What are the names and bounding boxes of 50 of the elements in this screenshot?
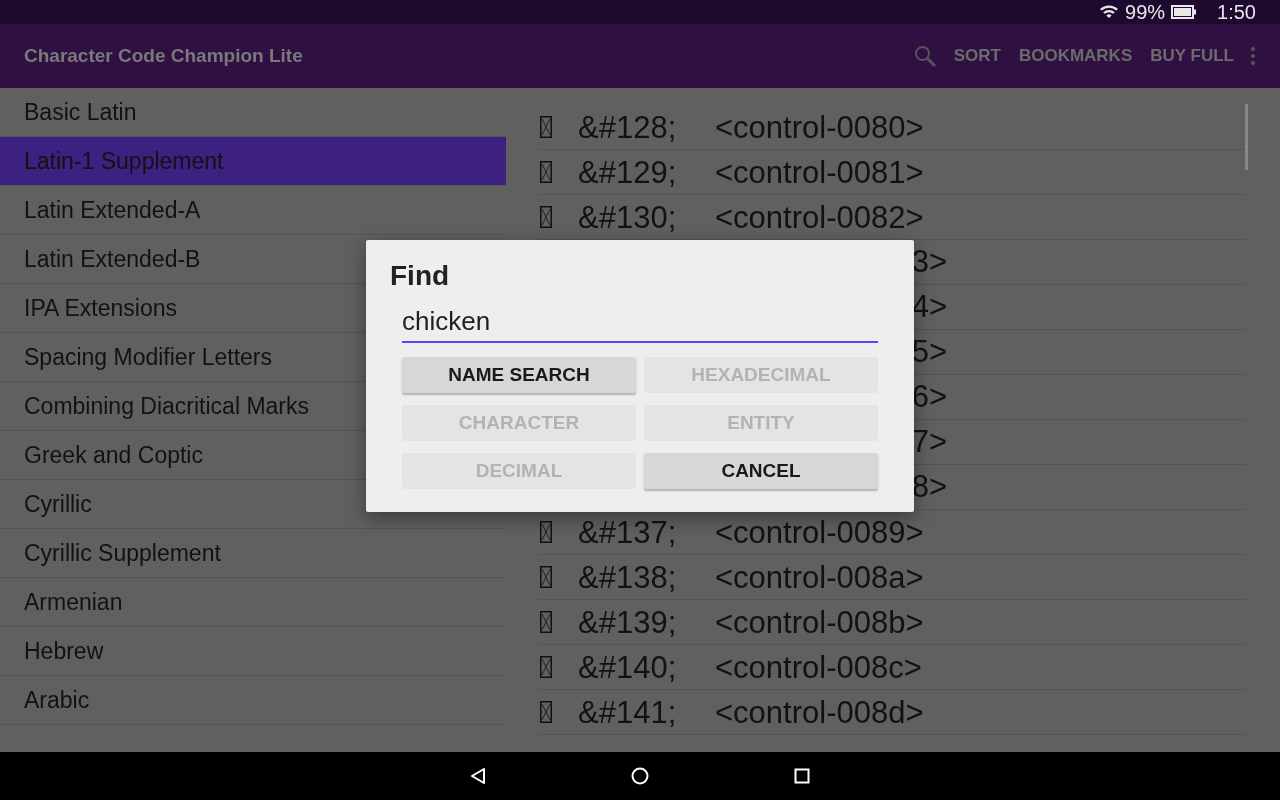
character-name: <control-0081> [715,156,925,188]
character-name: <control-008a> [715,561,925,593]
back-icon[interactable] [470,767,486,785]
block-list-item[interactable]: Arabic [0,676,506,725]
missing-glyph-icon [540,566,552,588]
entity-code: &#130; [578,201,678,233]
missing-glyph-icon [540,161,552,183]
missing-glyph-icon [540,701,552,723]
dialog-button[interactable]: CANCEL [644,453,878,489]
character-name: <control-0082> [715,201,925,233]
entity-code: &#140; [578,651,678,683]
character-name: 8> [911,469,947,505]
character-name: 7> [911,424,947,460]
block-list-item[interactable]: Cyrillic Supplement [0,529,506,578]
battery-icon [1171,5,1198,19]
block-list-item[interactable]: Latin Extended-A [0,186,506,235]
action-button[interactable]: SORT [953,46,1001,66]
missing-glyph-icon [540,521,552,543]
entity-code: &#138; [578,561,678,593]
battery-percent: 99% [1125,0,1166,24]
character-name: 3> [911,244,947,280]
character-name: <control-008d> [715,696,925,728]
character-name: <control-008b> [715,606,925,638]
wifi-icon [1099,4,1120,20]
missing-glyph-icon [540,611,552,633]
entity-code: &#129; [578,156,678,188]
action-button[interactable]: BUY FULL [1150,46,1234,66]
action-button[interactable]: BOOKMARKS [1018,46,1133,66]
character-name: 4> [911,289,947,325]
missing-glyph-icon [540,656,552,678]
character-name: <control-0080> [715,111,925,143]
entity-code: &#139; [578,606,678,638]
recents-icon[interactable] [794,768,810,784]
entity-code: &#128; [578,111,678,143]
clock-time: 1:50 [1217,0,1256,24]
home-icon[interactable] [631,767,649,785]
dialog-button[interactable]: NAME SEARCH [402,357,636,393]
character-name: 6> [911,379,947,415]
block-list-item[interactable]: Hebrew [0,627,506,676]
missing-glyph-icon [540,116,552,138]
character-name: 5> [911,334,947,370]
character-name: <control-008c> [715,651,923,683]
missing-glyph-icon [540,206,552,228]
app-title: Character Code Champion Lite [24,45,303,67]
search-input[interactable]: chicken [402,306,878,343]
entity-code: &#137; [578,516,678,548]
entity-code: &#141; [578,696,678,728]
character-name: <control-0089> [715,516,925,548]
block-list-item[interactable]: Armenian [0,578,506,627]
block-list-item[interactable]: Latin-1 Supplement [0,137,506,186]
